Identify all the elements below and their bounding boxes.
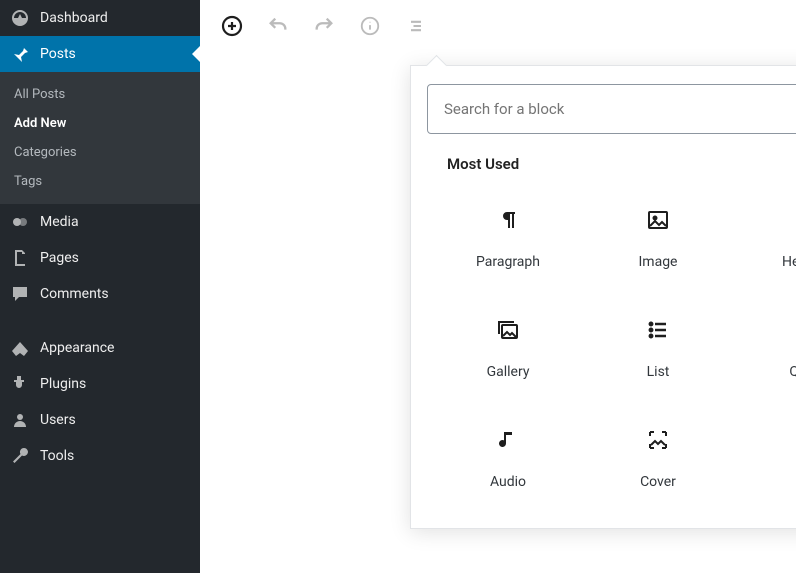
section-title: Most Used — [447, 155, 519, 173]
nav-plugins[interactable]: Plugins — [0, 366, 200, 402]
redo-button[interactable] — [312, 14, 336, 38]
nav-label: Appearance — [40, 340, 114, 356]
submenu-categories[interactable]: Categories — [0, 138, 200, 167]
paragraph-icon — [496, 208, 520, 232]
list-icon — [646, 318, 670, 342]
block-search-input[interactable] — [427, 84, 796, 134]
audio-icon — [496, 428, 520, 452]
block-list[interactable]: List — [583, 294, 733, 404]
block-label: Image — [639, 254, 678, 270]
nav-label: Comments — [40, 286, 109, 302]
block-gallery[interactable]: Gallery — [433, 294, 583, 404]
editor-main: a block Most Used Paragraph Image Headin… — [200, 0, 796, 573]
block-label: Gallery — [487, 364, 530, 380]
admin-sidebar: Dashboard Posts All Posts Add New Catego… — [0, 0, 200, 573]
submenu-tags[interactable]: Tags — [0, 167, 200, 196]
info-button[interactable] — [358, 14, 382, 38]
tools-icon — [10, 446, 30, 466]
block-audio[interactable]: Audio — [433, 404, 583, 514]
block-inserter-panel: Most Used Paragraph Image Heading Galler… — [410, 65, 796, 529]
media-icon — [10, 212, 30, 232]
block-label: List — [647, 364, 670, 380]
nav-label: Tools — [40, 448, 74, 464]
pages-icon — [10, 248, 30, 268]
posts-submenu: All Posts Add New Categories Tags — [0, 72, 200, 204]
undo-button[interactable] — [266, 14, 290, 38]
submenu-add-new[interactable]: Add New — [0, 109, 200, 138]
nav-users[interactable]: Users — [0, 402, 200, 438]
add-block-button[interactable] — [220, 14, 244, 38]
nav-label: Users — [40, 412, 76, 428]
block-label: Cover — [640, 474, 676, 490]
nav-label: Plugins — [40, 376, 86, 392]
block-quote[interactable]: Quote — [733, 294, 796, 404]
outline-button[interactable] — [404, 14, 428, 38]
comments-icon — [10, 284, 30, 304]
nav-media[interactable]: Media — [0, 204, 200, 240]
block-cover[interactable]: Cover — [583, 404, 733, 514]
nav-label: Dashboard — [40, 10, 108, 26]
cover-icon — [646, 428, 670, 452]
block-paragraph[interactable]: Paragraph — [433, 184, 583, 294]
block-label: Paragraph — [476, 254, 540, 270]
dashboard-icon — [10, 8, 30, 28]
block-image[interactable]: Image — [583, 184, 733, 294]
block-heading[interactable]: Heading — [733, 184, 796, 294]
nav-comments[interactable]: Comments — [0, 276, 200, 312]
pin-icon — [10, 44, 30, 64]
block-grid: Paragraph Image Heading Gallery List Quo… — [411, 184, 796, 528]
gallery-icon — [496, 318, 520, 342]
nav-label: Posts — [40, 46, 76, 62]
appearance-icon — [10, 338, 30, 358]
block-label: Audio — [490, 474, 526, 490]
block-file[interactable]: File — [733, 404, 796, 514]
block-label: Heading — [782, 254, 796, 270]
plugins-icon — [10, 374, 30, 394]
nav-dashboard[interactable]: Dashboard — [0, 0, 200, 36]
nav-label: Media — [40, 214, 79, 230]
nav-appearance[interactable]: Appearance — [0, 330, 200, 366]
nav-posts[interactable]: Posts — [0, 36, 200, 72]
users-icon — [10, 410, 30, 430]
submenu-all-posts[interactable]: All Posts — [0, 80, 200, 109]
image-icon — [646, 208, 670, 232]
nav-pages[interactable]: Pages — [0, 240, 200, 276]
nav-label: Pages — [40, 250, 79, 266]
nav-tools[interactable]: Tools — [0, 438, 200, 474]
most-used-section-header[interactable]: Most Used — [411, 144, 796, 184]
editor-toolbar — [200, 0, 796, 52]
block-label: Quote — [789, 364, 796, 380]
